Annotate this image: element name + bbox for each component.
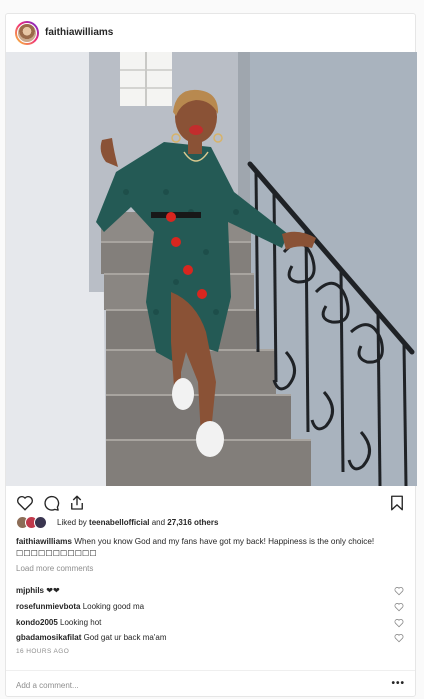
- likes-prefix: Liked by: [57, 518, 90, 527]
- comment-item: gbadamosikafilat God gat ur back ma'am: [16, 633, 411, 647]
- bookmark-icon[interactable]: [388, 494, 406, 512]
- comment-username[interactable]: gbadamosikafilat: [16, 633, 81, 642]
- share-icon[interactable]: [68, 494, 86, 512]
- divider: [6, 670, 415, 671]
- heart-icon[interactable]: [394, 618, 404, 628]
- comment-username[interactable]: rosefunmievbota: [16, 602, 80, 611]
- avatar[interactable]: [15, 21, 39, 45]
- heart-icon[interactable]: [16, 494, 34, 512]
- post-card: faithiawilliams Liked by teenabelloffici…: [5, 13, 417, 697]
- comment-icon[interactable]: [42, 494, 60, 512]
- comment-text: ❤❤: [44, 586, 60, 595]
- heart-icon[interactable]: [394, 602, 404, 612]
- heart-icon[interactable]: [394, 586, 404, 596]
- likes-text: Liked by teenabellofficial and 27,316 ot…: [57, 518, 218, 527]
- post-username[interactable]: faithiawilliams: [45, 27, 113, 38]
- post-photo[interactable]: [6, 52, 417, 486]
- caption: faithiawilliams When you know God and my…: [16, 536, 396, 560]
- post-header: faithiawilliams: [6, 14, 415, 52]
- likes-others[interactable]: 27,316 others: [167, 518, 218, 527]
- likes-row[interactable]: Liked by teenabellofficial and 27,316 ot…: [16, 516, 396, 530]
- more-options-button[interactable]: •••: [391, 678, 405, 689]
- liker-username[interactable]: teenabellofficial: [89, 518, 149, 527]
- comment-item: kondo2005 Looking hot: [16, 618, 411, 632]
- comment-text: Looking good ma: [80, 602, 145, 611]
- load-more-comments-link[interactable]: Load more comments: [16, 564, 93, 573]
- photo-illustration: [6, 52, 417, 486]
- heart-icon[interactable]: [394, 633, 404, 643]
- comment-username[interactable]: kondo2005: [16, 618, 58, 627]
- comment-username[interactable]: mjphils: [16, 586, 44, 595]
- action-bar: [6, 486, 415, 516]
- liker-avatar: [34, 516, 47, 529]
- post-timestamp[interactable]: 16 HOURS AGO: [16, 648, 69, 655]
- caption-username[interactable]: faithiawilliams: [16, 537, 72, 546]
- comment-item: rosefunmievbota Looking good ma: [16, 602, 411, 616]
- add-comment-input[interactable]: Add a comment...: [16, 681, 79, 690]
- comment-item: mjphils ❤❤: [16, 586, 411, 600]
- comment-text: Looking hot: [57, 618, 102, 627]
- avatar-image: [17, 23, 37, 43]
- comment-text: God gat ur back ma'am: [81, 633, 167, 642]
- likes-connector: and: [149, 518, 168, 527]
